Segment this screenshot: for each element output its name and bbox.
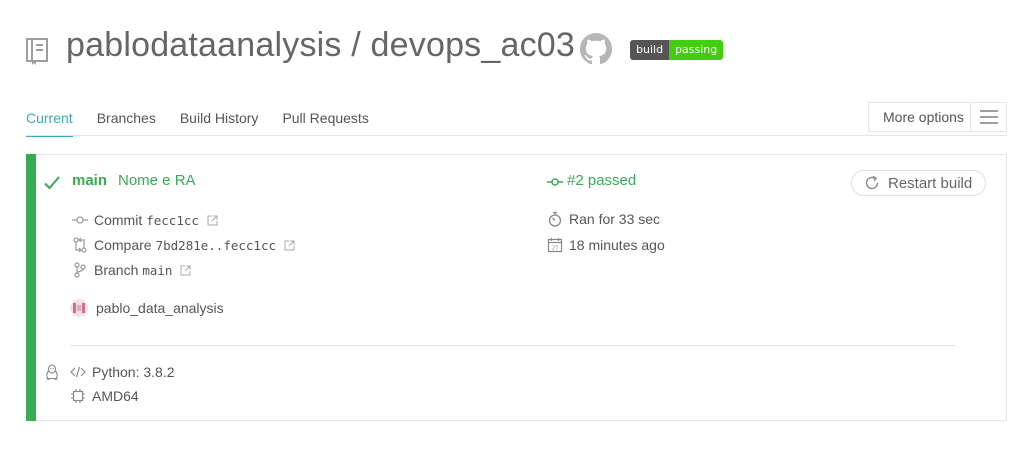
build-number-status[interactable]: #2 passed bbox=[567, 172, 636, 189]
avatar bbox=[70, 299, 88, 317]
compare-label: Compare bbox=[94, 237, 152, 253]
more-options-button[interactable]: More options bbox=[868, 102, 1007, 132]
external-link-icon[interactable] bbox=[180, 265, 191, 276]
restart-icon bbox=[865, 175, 879, 190]
author-row: pablo_data_analysis bbox=[70, 299, 224, 317]
svg-text:27: 27 bbox=[552, 246, 558, 252]
cpu-chip-icon bbox=[71, 389, 85, 403]
stopwatch-icon bbox=[548, 211, 562, 227]
architecture-row: AMD64 bbox=[70, 388, 139, 404]
check-icon bbox=[44, 176, 60, 190]
commit-hash[interactable]: fecc1cc bbox=[146, 213, 199, 228]
badge-status: passing bbox=[669, 40, 724, 60]
tab-current[interactable]: Current bbox=[26, 110, 73, 137]
external-link-icon[interactable] bbox=[284, 240, 295, 251]
external-link-icon[interactable] bbox=[207, 215, 218, 226]
branch-value[interactable]: main bbox=[142, 263, 172, 278]
branch-row[interactable]: Branch main bbox=[72, 262, 191, 278]
architecture-text: AMD64 bbox=[92, 388, 139, 404]
compare-range[interactable]: 7bd281e..fecc1cc bbox=[156, 238, 276, 253]
hamburger-menu-icon[interactable] bbox=[971, 110, 1006, 124]
duration-text: Ran for 33 sec bbox=[569, 211, 661, 227]
restart-build-button[interactable]: Restart build bbox=[851, 170, 986, 196]
card-divider bbox=[70, 345, 956, 346]
repository-icon bbox=[26, 38, 48, 65]
language-row: Python: 3.8.2 bbox=[70, 364, 175, 380]
build-status-stripe bbox=[26, 154, 36, 421]
compare-icon bbox=[73, 237, 87, 253]
commit-message: Nome e RA bbox=[118, 172, 196, 189]
branch-icon bbox=[74, 262, 86, 278]
tab-divider bbox=[26, 135, 1007, 136]
code-icon bbox=[70, 366, 86, 378]
author-name: pablo_data_analysis bbox=[96, 300, 224, 316]
commit-row[interactable]: Commit fecc1cc bbox=[72, 212, 218, 228]
repository-title: pablodataanalysis / devops_ac03 bbox=[66, 26, 576, 64]
finished-time: 18 minutes ago bbox=[569, 237, 665, 253]
commit-label: Commit bbox=[94, 212, 143, 228]
more-options-label: More options bbox=[883, 109, 964, 125]
badge-label: build bbox=[630, 40, 670, 60]
tab-build-history[interactable]: Build History bbox=[180, 110, 259, 137]
tab-pull-requests[interactable]: Pull Requests bbox=[282, 110, 368, 137]
github-icon[interactable] bbox=[580, 33, 612, 65]
branch-label: Branch bbox=[94, 262, 139, 278]
tab-branches[interactable]: Branches bbox=[97, 110, 156, 137]
commit-icon bbox=[72, 216, 88, 224]
finished-row: 27 18 minutes ago bbox=[547, 237, 665, 253]
restart-build-label: Restart build bbox=[888, 174, 973, 192]
build-branch-link[interactable]: main bbox=[72, 172, 107, 189]
compare-row[interactable]: Compare 7bd281e..fecc1cc bbox=[72, 237, 295, 253]
build-commit-icon bbox=[547, 178, 563, 186]
duration-row: Ran for 33 sec bbox=[547, 211, 660, 227]
tab-bar: Current Branches Build History Pull Requ… bbox=[26, 110, 393, 137]
build-status-badge[interactable]: build passing bbox=[630, 40, 724, 60]
language-text: Python: 3.8.2 bbox=[92, 364, 175, 380]
calendar-icon: 27 bbox=[547, 238, 563, 253]
linux-penguin-icon bbox=[46, 364, 58, 380]
